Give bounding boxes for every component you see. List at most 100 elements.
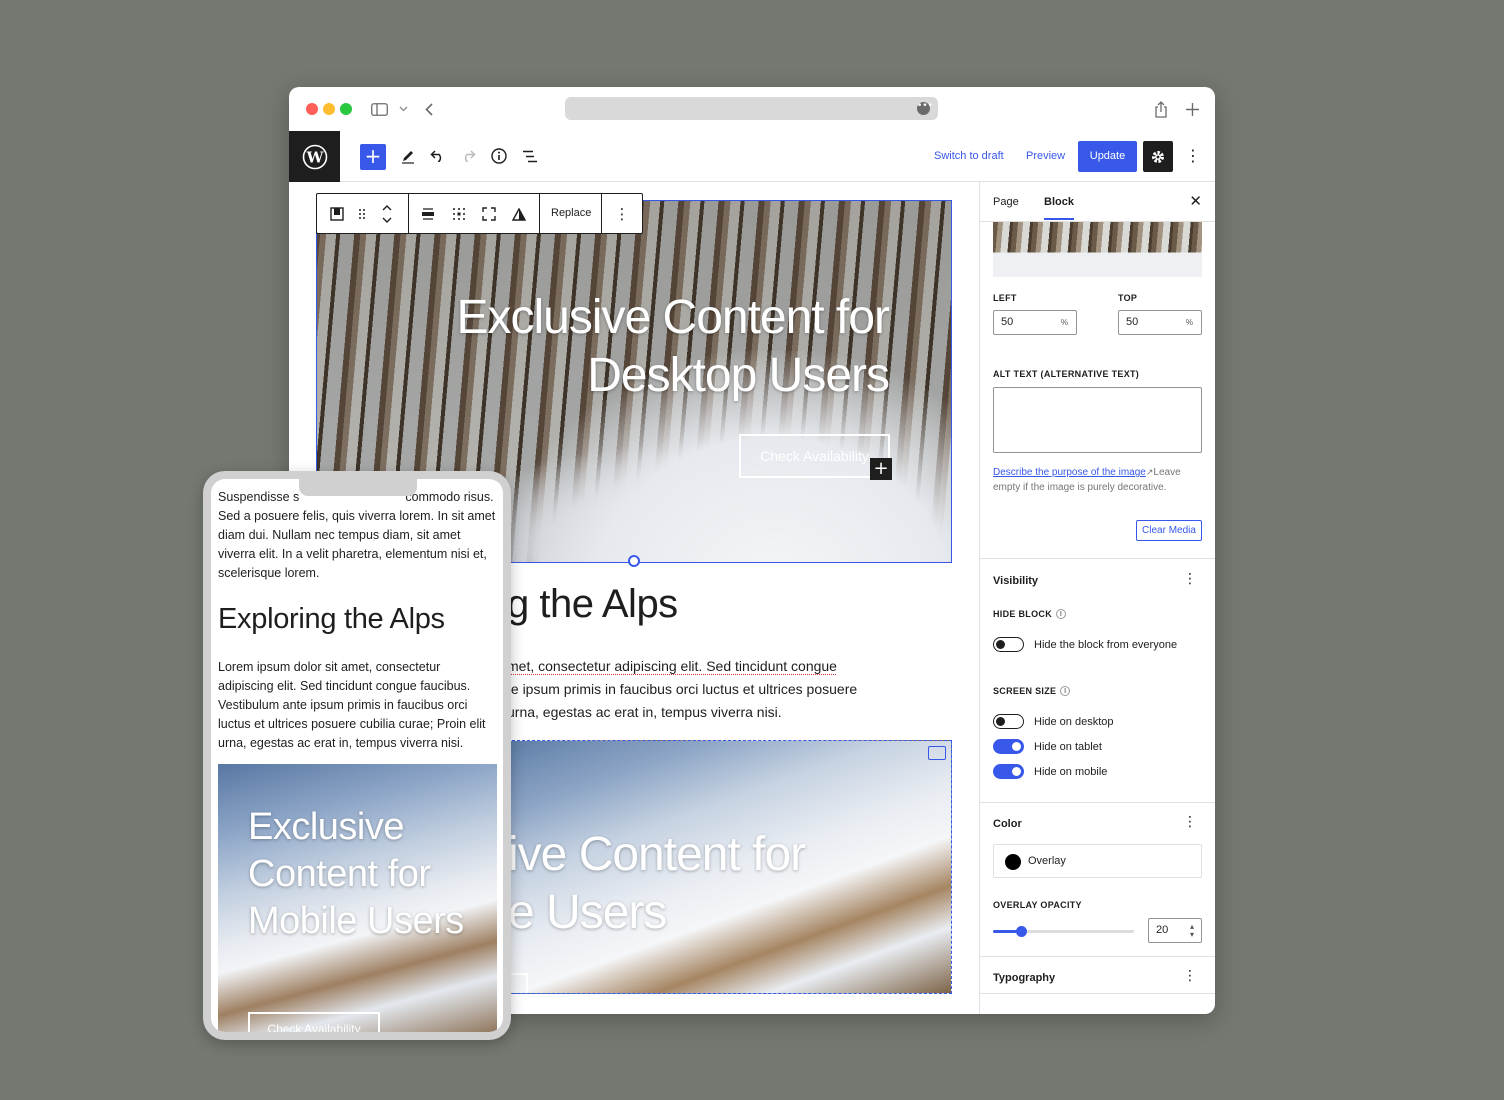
switch-to-draft-link[interactable]: Switch to draft bbox=[934, 150, 1004, 162]
typography-panel-title[interactable]: Typography bbox=[993, 972, 1055, 984]
chevron-down-icon[interactable] bbox=[393, 99, 413, 119]
hide-mobile-toggle[interactable] bbox=[993, 764, 1024, 779]
list-view-icon[interactable] bbox=[518, 144, 542, 168]
update-button[interactable]: Update bbox=[1078, 141, 1137, 172]
overlay-opacity-slider[interactable] bbox=[993, 926, 1134, 937]
paragraph-line: urna, egestas ac erat in, tempus viverra… bbox=[507, 704, 782, 720]
new-tab-icon[interactable] bbox=[1182, 99, 1202, 119]
hide-desktop-toggle[interactable] bbox=[993, 714, 1024, 729]
block-toolbar: Replace ⋮ bbox=[316, 193, 643, 234]
clear-media-button[interactable]: Clear Media bbox=[1136, 520, 1202, 541]
visibility-options-icon[interactable]: ⋮ bbox=[1183, 571, 1197, 587]
preview-link[interactable]: Preview bbox=[1026, 150, 1065, 162]
percent-unit: % bbox=[1060, 318, 1068, 327]
share-icon[interactable] bbox=[1151, 99, 1171, 119]
undo-icon[interactable] bbox=[426, 144, 450, 168]
hide-tablet-label: Hide on tablet bbox=[1034, 741, 1102, 753]
maximize-window-icon[interactable] bbox=[340, 103, 352, 115]
cover-button-partial[interactable] bbox=[508, 973, 528, 993]
screen-size-label: SCREEN SIZE i bbox=[993, 686, 1071, 696]
spinner-icon[interactable]: ▴ ▾ bbox=[1190, 923, 1194, 939]
add-block-button[interactable]: + bbox=[360, 144, 386, 170]
color-panel-title[interactable]: Color bbox=[993, 818, 1022, 830]
back-icon[interactable] bbox=[419, 99, 439, 119]
toolbar-divider bbox=[408, 194, 409, 233]
alt-text-field[interactable] bbox=[993, 387, 1202, 453]
move-up-down-icon[interactable] bbox=[377, 204, 397, 224]
image-icon bbox=[928, 746, 946, 760]
mobile-paragraph-2[interactable]: Lorem ipsum dolor sit amet, consectetur … bbox=[218, 658, 498, 753]
hide-mobile-label: Hide on mobile bbox=[1034, 766, 1108, 778]
info-icon[interactable]: i bbox=[1060, 686, 1071, 696]
tab-block[interactable]: Block bbox=[1044, 196, 1074, 220]
cover-block-mobile-hidden[interactable]: ive Content for e Users bbox=[507, 740, 952, 994]
mobile-paragraph-1[interactable]: Suspendisse s commodo risus. Sed a posuer… bbox=[218, 488, 498, 583]
close-icon[interactable]: ✕ bbox=[1189, 192, 1202, 210]
check-availability-button[interactable]: Check Availability bbox=[739, 434, 890, 478]
typography-options-icon[interactable]: ⋮ bbox=[1183, 968, 1197, 984]
overlay-color-picker[interactable]: Overlay bbox=[993, 844, 1202, 878]
resize-handle[interactable] bbox=[628, 555, 640, 567]
drag-handle-icon[interactable] bbox=[352, 204, 372, 224]
options-kebab-icon[interactable]: ⋮ bbox=[1185, 145, 1201, 167]
focal-left-input[interactable]: 50 % bbox=[993, 310, 1077, 335]
hide-everyone-toggle[interactable] bbox=[993, 637, 1024, 652]
block-options-kebab-icon[interactable]: ⋮ bbox=[612, 204, 632, 224]
minimize-window-icon[interactable] bbox=[323, 103, 335, 115]
settings-sidebar: Page Block ✕ LEFT TOP 50 % 50 % ALT TEXT… bbox=[979, 182, 1215, 1014]
hide-tablet-toggle[interactable] bbox=[993, 739, 1024, 754]
wordpress-logo-icon[interactable]: W bbox=[289, 131, 340, 182]
toolbar-divider bbox=[601, 194, 602, 233]
settings-gear-icon[interactable] bbox=[1143, 141, 1173, 172]
replace-button[interactable]: Replace bbox=[551, 207, 591, 219]
describe-purpose-link[interactable]: Describe the purpose of the image bbox=[993, 467, 1146, 478]
more-icon[interactable]: ••• bbox=[917, 102, 933, 115]
screen-size-label-text: SCREEN SIZE bbox=[993, 686, 1057, 696]
hide-block-label: HIDE BLOCK i bbox=[993, 609, 1066, 619]
tab-page[interactable]: Page bbox=[993, 196, 1019, 208]
phone-notch bbox=[299, 479, 417, 496]
edit-pencil-icon[interactable] bbox=[396, 144, 420, 168]
mobile-check-availability-button[interactable]: Check Availability bbox=[248, 1012, 380, 1032]
paragraph-fragment: Suspendisse s bbox=[218, 490, 300, 504]
mobile-cover-block[interactable]: Exclusive Content for Mobile Users Check… bbox=[218, 764, 497, 1032]
visibility-panel-title[interactable]: Visibility bbox=[993, 575, 1038, 587]
redo-icon[interactable] bbox=[456, 144, 480, 168]
slider-thumb[interactable] bbox=[1016, 926, 1028, 937]
mobile-scrollbar bbox=[497, 479, 500, 1032]
toggle-knob bbox=[996, 717, 1005, 726]
focal-top-input[interactable]: 50 % bbox=[1118, 310, 1202, 335]
cover-title-line: e Users bbox=[508, 886, 667, 939]
mobile-screen: Suspendisse s commodo risus. Sed a posuer… bbox=[211, 479, 503, 1032]
info-icon[interactable] bbox=[487, 144, 511, 168]
focal-left-value: 50 bbox=[1001, 316, 1014, 328]
cover-title-second[interactable]: ive Content for e Users bbox=[508, 826, 806, 942]
panel-divider bbox=[980, 993, 1215, 994]
toggle-knob bbox=[996, 640, 1005, 649]
address-bar[interactable]: ••• bbox=[565, 97, 938, 120]
color-options-icon[interactable]: ⋮ bbox=[1183, 814, 1197, 830]
full-height-icon[interactable] bbox=[479, 204, 499, 224]
duotone-icon[interactable] bbox=[509, 204, 529, 224]
mobile-heading[interactable]: Exploring the Alps bbox=[218, 603, 445, 636]
toggle-knob bbox=[1012, 742, 1021, 751]
panel-divider bbox=[980, 558, 1215, 559]
media-preview[interactable] bbox=[993, 222, 1202, 277]
editor-header: W + Switch to draft Preview Update ⋮ bbox=[289, 131, 1215, 182]
svg-text:W: W bbox=[305, 148, 324, 166]
mobile-cover-title[interactable]: Exclusive Content for Mobile Users bbox=[248, 804, 468, 945]
section-heading[interactable]: g the Alps bbox=[507, 582, 678, 627]
section-paragraph[interactable]: met, consectetur adipiscing elit. Sed ti… bbox=[507, 655, 907, 724]
content-position-icon[interactable] bbox=[449, 204, 469, 224]
close-window-icon[interactable] bbox=[306, 103, 318, 115]
align-icon[interactable] bbox=[418, 204, 438, 224]
add-block-inline-button[interactable]: + bbox=[870, 458, 892, 480]
cover-block-icon[interactable] bbox=[327, 204, 347, 224]
panel-divider bbox=[980, 802, 1215, 803]
cover-title-desktop[interactable]: Exclusive Content for Desktop Users bbox=[377, 289, 890, 405]
sidebar-toggle-icon[interactable] bbox=[369, 99, 389, 119]
info-icon[interactable]: i bbox=[1056, 609, 1066, 619]
mobile-preview-device: Suspendisse s commodo risus. Sed a posuer… bbox=[203, 471, 511, 1040]
overlay-opacity-input[interactable]: 20 ▴ ▾ bbox=[1148, 918, 1202, 943]
alt-text-label: ALT TEXT (ALTERNATIVE TEXT) bbox=[993, 369, 1140, 379]
